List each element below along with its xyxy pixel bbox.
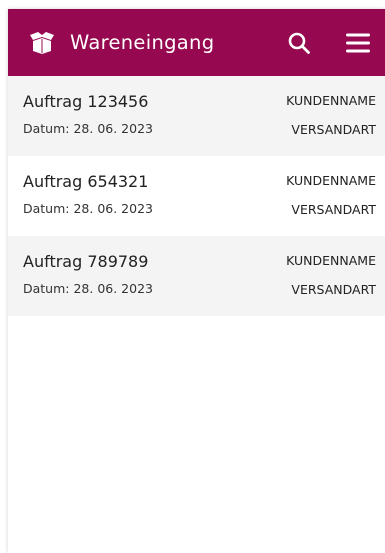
order-date: Datum: 28. 06. 2023	[23, 281, 153, 296]
order-date: Datum: 28. 06. 2023	[23, 121, 153, 136]
order-title: Auftrag 123456	[23, 92, 149, 111]
hamburger-menu-icon	[346, 33, 370, 52]
customer-name: KUNDENNAME	[286, 253, 376, 268]
menu-button[interactable]	[345, 30, 371, 56]
order-date: Datum: 28. 06. 2023	[23, 201, 153, 216]
open-box-icon	[27, 31, 57, 55]
order-list: Auftrag 123456 Datum: 28. 06. 2023 KUNDE…	[8, 76, 385, 316]
customer-name: KUNDENNAME	[286, 93, 376, 108]
shipping-method: VERSANDART	[291, 282, 376, 297]
order-title: Auftrag 789789	[23, 252, 149, 271]
app-title: Wareneingang	[70, 31, 215, 54]
order-list-item[interactable]: Auftrag 123456 Datum: 28. 06. 2023 KUNDE…	[8, 76, 385, 156]
order-list-item[interactable]: Auftrag 789789 Datum: 28. 06. 2023 KUNDE…	[8, 236, 385, 316]
search-button[interactable]	[286, 30, 312, 56]
order-title: Auftrag 654321	[23, 172, 149, 191]
order-list-item[interactable]: Auftrag 654321 Datum: 28. 06. 2023 KUNDE…	[8, 156, 385, 236]
shipping-method: VERSANDART	[291, 122, 376, 137]
search-icon	[288, 32, 310, 54]
app-bar: Wareneingang	[8, 9, 385, 76]
shipping-method: VERSANDART	[291, 202, 376, 217]
app-screen: Wareneingang Auftrag 123456 Datum: 28. 0…	[8, 9, 385, 553]
customer-name: KUNDENNAME	[286, 173, 376, 188]
